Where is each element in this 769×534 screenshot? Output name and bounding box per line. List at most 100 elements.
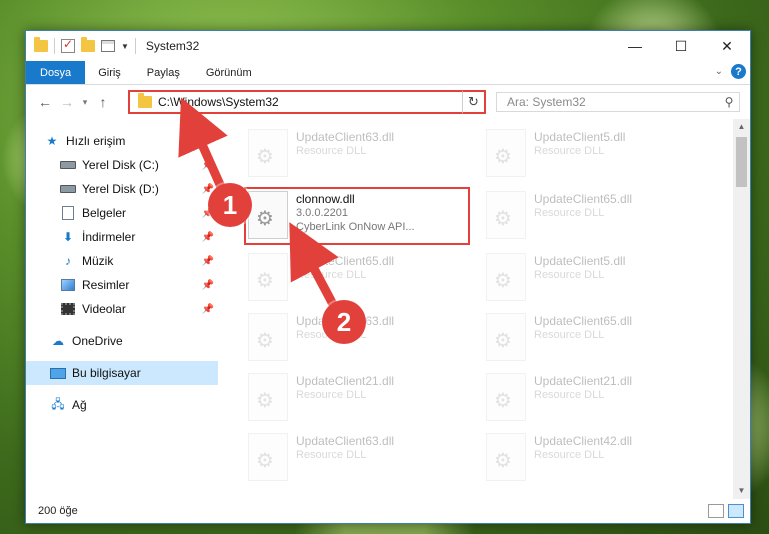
up-arrow-icon[interactable]: ↑ (92, 94, 114, 110)
search-icon[interactable]: ⚲ (719, 95, 739, 109)
sidebar-item-label: Müzik (82, 254, 114, 268)
drive-icon (60, 161, 76, 169)
file-type: Resource DLL (534, 207, 605, 219)
file-type: Resource DLL (534, 269, 605, 281)
sidebar-item-label: Ağ (72, 398, 87, 412)
pin-icon: 📌 (201, 255, 214, 267)
details-view-icon[interactable] (708, 504, 724, 518)
step-1-badge: 1 (208, 183, 252, 227)
properties-check-icon[interactable] (61, 37, 75, 53)
pin-icon: 📌 (201, 279, 214, 291)
dll-file-icon (248, 433, 288, 481)
recent-locations-chevron-icon[interactable]: ▾ (78, 97, 92, 108)
file-item[interactable]: UpdateClient21.dllResource DLL (486, 371, 716, 425)
sidebar-item-label: Belgeler (82, 206, 127, 220)
video-icon (61, 303, 75, 315)
sidebar-item-local-disk-c[interactable]: Yerel Disk (C:) 📌 (26, 153, 218, 177)
refresh-button[interactable]: ↻ (462, 90, 486, 114)
ribbon-tabs: Dosya Giriş Paylaş Görünüm ⌄ ? (26, 61, 750, 85)
file-item[interactable]: UpdateClient65.dllResource DLL (486, 189, 716, 243)
tab-view[interactable]: Görünüm (193, 61, 265, 84)
forward-arrow-icon[interactable]: → (56, 94, 78, 110)
documents-icon (62, 206, 74, 220)
dll-file-icon (248, 129, 288, 177)
file-item[interactable]: UpdateClient65.dllResource DLL (248, 251, 478, 305)
sidebar-item-pictures[interactable]: Resimler 📌 (26, 273, 218, 297)
computer-icon (50, 367, 66, 379)
sidebar-item-label: Yerel Disk (C:) (82, 158, 159, 172)
main-area: ★ Hızlı erişim Yerel Disk (C:) 📌 Yerel D… (26, 119, 750, 499)
file-name: UpdateClient5.dll (534, 130, 626, 144)
back-arrow-icon[interactable]: ← (34, 94, 56, 110)
sidebar-item-onedrive[interactable]: ☁ OneDrive (26, 329, 218, 353)
minimize-button[interactable]: — (612, 31, 658, 61)
cloud-icon: ☁ (52, 334, 64, 348)
dll-file-icon (486, 313, 526, 361)
network-icon: 🖧 (51, 396, 65, 411)
dll-file-icon (486, 373, 526, 421)
step-2-badge: 2 (322, 300, 366, 344)
maximize-button[interactable]: ☐ (658, 31, 704, 61)
sidebar-item-videos[interactable]: Videolar 📌 (26, 297, 218, 321)
item-count: 200 öğe (38, 505, 78, 517)
dll-file-icon (248, 373, 288, 421)
address-bar[interactable]: C:\Windows\System32 ⌄ (128, 90, 484, 114)
sidebar-item-network[interactable]: 🖧 Ağ (26, 393, 218, 417)
sidebar-item-label: Resimler (82, 278, 130, 292)
file-type: Resource DLL (534, 389, 605, 401)
download-icon: ⬇ (62, 230, 74, 244)
tab-home[interactable]: Giriş (85, 61, 134, 84)
file-item[interactable]: UpdateClient21.dllResource DLL (248, 371, 478, 425)
sidebar-item-downloads[interactable]: ⬇ İndirmeler 📌 (26, 225, 218, 249)
tab-file[interactable]: Dosya (26, 61, 86, 84)
pin-icon: 📌 (201, 159, 214, 171)
folder-icon (138, 93, 152, 108)
file-item[interactable]: UpdateClient63.dllResource DLL (248, 431, 478, 485)
help-icon[interactable]: ? (731, 64, 746, 79)
sidebar-item-label: Hızlı erişim (66, 134, 126, 148)
file-item[interactable]: UpdateClient42.dllResource DLL (486, 431, 716, 485)
scroll-thumb[interactable] (736, 137, 747, 187)
file-item[interactable]: UpdateClient5.dllResource DLL (486, 251, 716, 305)
music-icon: ♪ (65, 254, 71, 268)
sidebar-item-music[interactable]: ♪ Müzik 📌 (26, 249, 218, 273)
scroll-up-arrow-icon[interactable]: ▲ (733, 119, 750, 135)
sidebar-item-this-pc[interactable]: Bu bilgisayar (26, 361, 218, 385)
file-item[interactable]: UpdateClient65.dllResource DLL (486, 311, 716, 365)
pin-icon: 📌 (201, 303, 214, 315)
file-type: Resource DLL (296, 145, 367, 157)
folder-icon (34, 37, 48, 52)
file-name: UpdateClient5.dll (534, 254, 626, 268)
large-icons-view-icon[interactable] (728, 504, 744, 518)
refresh-icon: ↻ (468, 94, 479, 109)
vertical-scrollbar[interactable]: ▲ ▼ (733, 119, 750, 499)
navigation-row: ← → ▾ ↑ C:\Windows\System32 ⌄ ↻ Ara: Sys… (26, 85, 750, 119)
file-name: UpdateClient63.dll (296, 434, 395, 448)
file-name: UpdateClient65.dll (296, 254, 395, 268)
sidebar-item-label: İndirmeler (82, 230, 136, 244)
file-list: UpdateClient63.dllResource DLL clonnow.d… (218, 119, 750, 499)
close-button[interactable]: ✕ (704, 31, 750, 61)
tab-share[interactable]: Paylaş (134, 61, 193, 84)
sidebar-item-label: Bu bilgisayar (72, 366, 141, 380)
properties-icon[interactable] (101, 40, 115, 52)
sidebar-item-local-disk-d[interactable]: Yerel Disk (D:) 📌 (26, 177, 218, 201)
scroll-down-arrow-icon[interactable]: ▼ (733, 483, 750, 499)
file-item[interactable]: UpdateClient5.dllResource DLL (486, 127, 716, 181)
search-box[interactable]: Ara: System32 ⚲ (496, 92, 740, 112)
new-folder-icon[interactable] (81, 37, 95, 52)
pictures-icon (61, 279, 75, 291)
address-path[interactable]: C:\Windows\System32 (158, 95, 464, 109)
sidebar-item-label: OneDrive (72, 334, 123, 348)
file-type: Resource DLL (534, 145, 605, 157)
star-icon: ★ (46, 134, 58, 148)
customize-toolbar-arrow-icon[interactable]: ▼ (121, 42, 129, 51)
file-name: UpdateClient21.dll (534, 374, 633, 388)
toolbar-divider (134, 38, 136, 54)
search-input[interactable]: Ara: System32 (507, 95, 719, 109)
file-item[interactable]: UpdateClient63.dllResource DLL (248, 127, 478, 181)
sidebar-item-documents[interactable]: Belgeler 📌 (26, 201, 218, 225)
sidebar-item-quick-access[interactable]: ★ Hızlı erişim (26, 129, 218, 153)
status-bar: 200 öğe (26, 499, 750, 523)
expand-ribbon-chevron-icon[interactable]: ⌄ (715, 66, 723, 77)
